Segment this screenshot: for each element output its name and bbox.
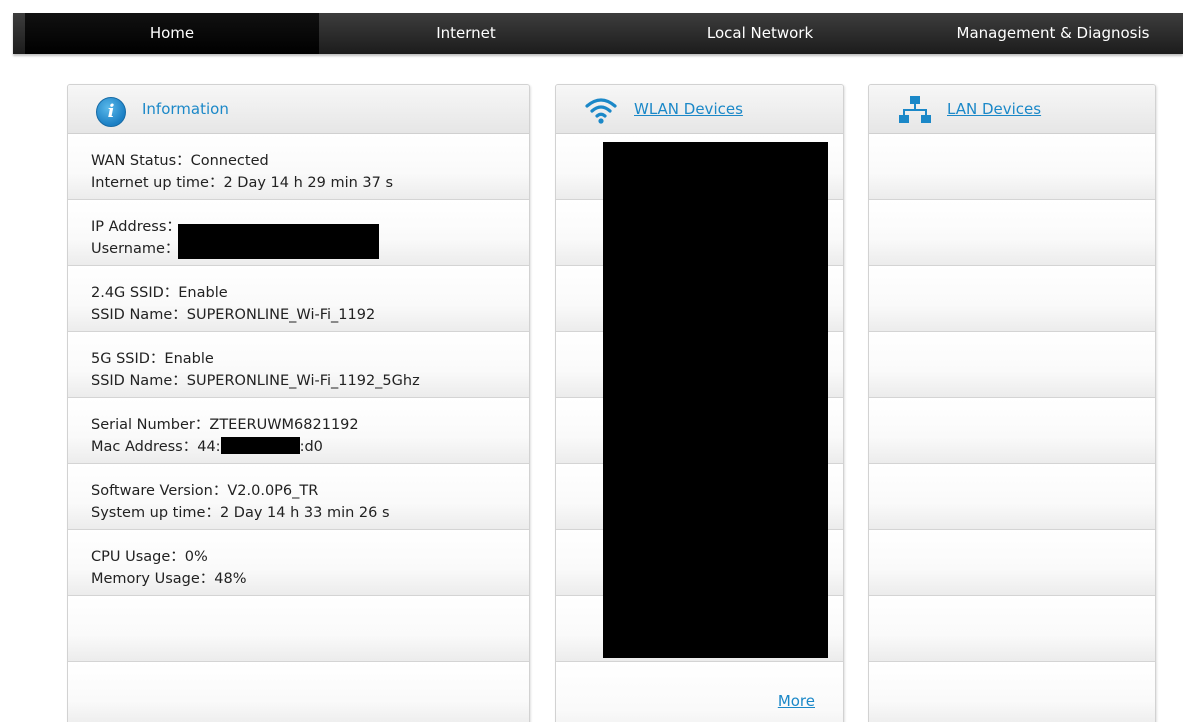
serial-number-value: ZTEERUWM6821192 <box>209 417 359 433</box>
lan-device-row <box>869 530 1155 596</box>
information-title: Information <box>142 100 229 118</box>
router-home-page: Home Internet Local Network Management &… <box>0 0 1183 722</box>
internet-uptime-value: 2 Day 14 h 29 min 37 s <box>223 175 394 191</box>
wlan-devices-panel: WLAN Devices More <box>555 84 844 722</box>
info-row-serial: Serial Number：ZTEERUWM6821192 Mac Addres… <box>68 398 529 464</box>
nav-item-home[interactable]: Home <box>25 13 319 54</box>
info-label: Software Version <box>91 483 213 499</box>
info-label: Memory Usage <box>91 571 200 587</box>
empty-row <box>68 596 529 662</box>
cpu-usage-value: 0% <box>184 549 208 565</box>
ssid-5g-status-value: Enable <box>164 351 214 367</box>
info-label: SSID Name <box>91 373 173 389</box>
separator: ： <box>194 417 210 433</box>
redaction-block <box>178 224 379 259</box>
info-label: CPU Usage <box>91 549 171 565</box>
wifi-icon <box>585 98 617 124</box>
info-label: 5G SSID <box>91 351 150 367</box>
info-row-ip: IP Address： Username： <box>68 200 529 266</box>
empty-row <box>68 662 529 722</box>
separator: ： <box>199 571 215 587</box>
software-version-value: V2.0.0P6_TR <box>227 483 319 499</box>
lan-device-row <box>869 266 1155 332</box>
separator: ： <box>208 175 224 191</box>
separator: ： <box>170 549 185 565</box>
nav-item-management-diagnosis[interactable]: Management & Diagnosis <box>907 13 1183 54</box>
system-uptime-value: 2 Day 14 h 33 min 26 s <box>219 505 390 521</box>
info-row-software: Software Version：V2.0.0P6_TR System up t… <box>68 464 529 530</box>
lan-device-row <box>869 662 1155 722</box>
lan-device-row <box>869 464 1155 530</box>
separator: ： <box>149 351 165 367</box>
information-panel-header: i Information <box>68 85 529 134</box>
wlan-devices-link[interactable]: WLAN Devices <box>634 100 743 118</box>
info-row-5g: 5G SSID：Enable SSID Name：SUPERONLINE_Wi-… <box>68 332 529 398</box>
ssid-24g-status-value: Enable <box>178 285 228 301</box>
information-panel: i Information WAN Status：Connected Inter… <box>67 84 530 722</box>
redaction-block <box>220 437 300 454</box>
separator: ： <box>182 439 198 455</box>
main-nav: Home Internet Local Network Management &… <box>13 13 1183 54</box>
lan-device-row <box>869 398 1155 464</box>
mac-address-prefix: 44: <box>197 439 221 455</box>
network-icon <box>899 96 931 123</box>
wlan-panel-header: WLAN Devices <box>556 85 843 134</box>
ssid-5g-name-value: SUPERONLINE_Wi-Fi_1192_5Ghz <box>186 373 420 389</box>
separator: ： <box>172 373 187 389</box>
more-link[interactable]: More <box>778 692 815 710</box>
ssid-24g-name-value: SUPERONLINE_Wi-Fi_1192 <box>186 307 376 323</box>
top-header-fragment <box>0 0 1183 12</box>
info-label: 2.4G SSID <box>91 285 164 301</box>
info-label: SSID Name <box>91 307 173 323</box>
lan-devices-link[interactable]: LAN Devices <box>947 100 1041 118</box>
separator: ： <box>176 153 191 169</box>
mac-address-suffix: :d0 <box>299 439 323 455</box>
nav-item-internet[interactable]: Internet <box>319 13 613 54</box>
separator: ： <box>205 505 220 521</box>
info-label: IP Address <box>91 219 167 235</box>
separator: ： <box>212 483 228 499</box>
info-label: Username <box>91 241 165 257</box>
lan-panel-header: LAN Devices <box>869 85 1155 134</box>
info-label: WAN Status <box>91 153 177 169</box>
info-label: Mac Address <box>91 439 183 455</box>
info-row-24g: 2.4G SSID：Enable SSID Name：SUPERONLINE_W… <box>68 266 529 332</box>
info-label: Serial Number <box>91 417 195 433</box>
lan-device-row <box>869 200 1155 266</box>
info-icon: i <box>96 97 126 127</box>
lan-device-row <box>869 596 1155 662</box>
memory-usage-value: 48% <box>214 571 247 587</box>
info-label: Internet up time <box>91 175 209 191</box>
lan-device-row <box>869 332 1155 398</box>
wlan-more-row: More <box>556 662 843 722</box>
info-row-usage: CPU Usage：0% Memory Usage：48% <box>68 530 529 596</box>
nav-item-local-network[interactable]: Local Network <box>613 13 907 54</box>
lan-device-row <box>869 134 1155 200</box>
wan-status-value: Connected <box>190 153 269 169</box>
redaction-block <box>603 142 828 658</box>
lan-devices-panel: LAN Devices <box>868 84 1156 722</box>
info-row-wan: WAN Status：Connected Internet up time：2 … <box>68 134 529 200</box>
separator: ： <box>172 307 187 323</box>
separator: ： <box>163 285 179 301</box>
info-label: System up time <box>91 505 206 521</box>
